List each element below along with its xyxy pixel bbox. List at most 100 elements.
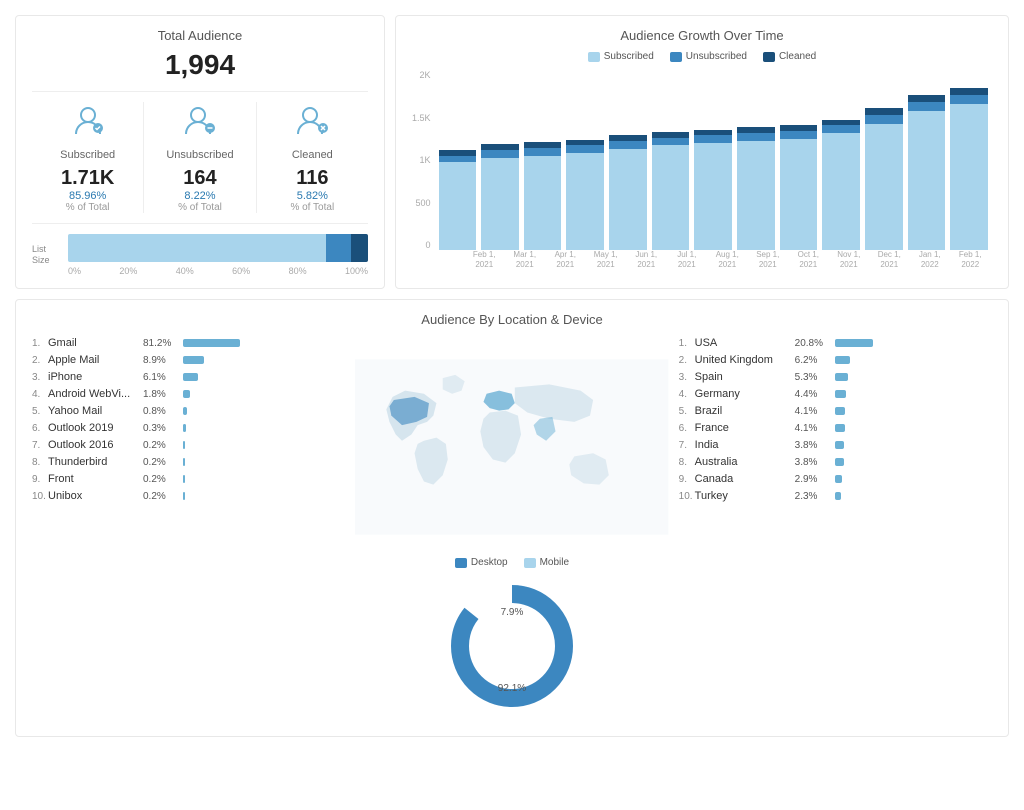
- legend-cleaned: Cleaned: [763, 51, 816, 62]
- country-row: 4. Germany 4.4%: [679, 388, 992, 400]
- x-label: Apr 1,2021: [548, 250, 584, 269]
- country-rank: 6.: [679, 423, 695, 434]
- country-name: India: [695, 439, 795, 451]
- growth-bar-item: [694, 70, 732, 250]
- growth-bar-item: [865, 70, 903, 250]
- country-bar: [835, 441, 845, 449]
- country-bar: [835, 373, 848, 381]
- list-size-bar-section: List Size 0% 20% 40% 60% 80% 100%: [32, 223, 368, 276]
- client-bar: [183, 441, 185, 449]
- bar-subscribed: [566, 153, 604, 250]
- cleaned-label: Cleaned: [257, 149, 368, 161]
- y-axis: 2K 1.5K 1K 500 0: [412, 70, 435, 250]
- bar-subscribed: [822, 133, 860, 250]
- growth-bar-item: [822, 70, 860, 250]
- growth-bar-item: [908, 70, 946, 250]
- legend-label-cleaned: Cleaned: [779, 51, 816, 62]
- client-bar: [183, 339, 240, 347]
- donut-chart-section: Desktop Mobile: [442, 557, 582, 724]
- client-name: iPhone: [48, 371, 143, 383]
- stacked-bar: [68, 234, 368, 262]
- cleaned-icon: [257, 102, 368, 145]
- client-bar: [183, 492, 185, 500]
- mobile-pct-label: 7.9%: [501, 607, 524, 618]
- country-rank: 7.: [679, 440, 695, 451]
- country-bar: [835, 356, 850, 364]
- unsubscribed-bar-segment: [326, 234, 351, 262]
- country-row: 10. Turkey 2.3%: [679, 490, 992, 502]
- client-pct: 0.2%: [143, 457, 183, 468]
- client-bar: [183, 458, 185, 466]
- legend-dot-subscribed: [588, 52, 600, 62]
- middle-section: Desktop Mobile: [355, 337, 668, 724]
- growth-bar-item: [950, 70, 988, 250]
- location-device-title: Audience By Location & Device: [32, 312, 992, 327]
- bar-unsubscribed: [780, 131, 818, 139]
- country-pct: 5.3%: [795, 372, 835, 383]
- cleaned-percent: 5.82%: [257, 190, 368, 202]
- legend-label-unsubscribed: Unsubscribed: [686, 51, 747, 62]
- client-rank: 10.: [32, 491, 48, 502]
- country-bar: [835, 492, 841, 500]
- client-rank: 2.: [32, 355, 48, 366]
- bar-unsubscribed: [652, 138, 690, 146]
- x-label: Jun 1,2021: [629, 250, 665, 269]
- bar-unsubscribed: [822, 125, 860, 133]
- country-bar: [835, 407, 846, 415]
- chart-body: 2K 1.5K 1K 500 0: [412, 70, 992, 269]
- client-bar: [183, 373, 198, 381]
- bar-subscribed: [737, 141, 775, 250]
- x-label: Sep 1,2021: [750, 250, 786, 269]
- bar-unsubscribed: [908, 102, 946, 111]
- country-pct: 3.8%: [795, 440, 835, 451]
- unsubscribed-label: Unsubscribed: [144, 149, 255, 161]
- client-rank: 1.: [32, 338, 48, 349]
- country-row: 2. United Kingdom 6.2%: [679, 354, 992, 366]
- client-pct: 0.2%: [143, 491, 183, 502]
- bottom-content: 1. Gmail 81.2% 2. Apple Mail 8.9% 3. iPh…: [32, 337, 992, 724]
- bar-unsubscribed: [694, 135, 732, 143]
- growth-chart-legend: Subscribed Unsubscribed Cleaned: [412, 51, 992, 62]
- bar-unsubscribed: [950, 95, 988, 104]
- country-row: 1. USA 20.8%: [679, 337, 992, 349]
- growth-chart-panel: Audience Growth Over Time Subscribed Uns…: [395, 15, 1009, 289]
- client-bar: [183, 424, 186, 432]
- x-label: Nov 1,2021: [831, 250, 867, 269]
- unsubscribed-pct-label: % of Total: [144, 202, 255, 213]
- bar-subscribed: [950, 104, 988, 250]
- bar-unsubscribed: [524, 148, 562, 156]
- bar-cleaned: [908, 95, 946, 102]
- country-rank: 2.: [679, 355, 695, 366]
- client-row: 3. iPhone 6.1%: [32, 371, 345, 383]
- country-name: Brazil: [695, 405, 795, 417]
- bar-subscribed: [908, 111, 946, 251]
- country-row: 5. Brazil 4.1%: [679, 405, 992, 417]
- bar-unsubscribed: [566, 145, 604, 153]
- client-rank: 8.: [32, 457, 48, 468]
- client-name: Yahoo Mail: [48, 405, 143, 417]
- bar-unsubscribed: [481, 150, 519, 158]
- desktop-legend: Desktop: [455, 557, 508, 568]
- growth-bar-item: [439, 70, 477, 250]
- countries-list: 1. USA 20.8% 2. United Kingdom 6.2% 3. S…: [679, 337, 992, 507]
- cleaned-value: 116: [257, 167, 368, 190]
- country-row: 7. India 3.8%: [679, 439, 992, 451]
- email-clients-list: 1. Gmail 81.2% 2. Apple Mail 8.9% 3. iPh…: [32, 337, 345, 507]
- client-bar: [183, 407, 187, 415]
- bar-subscribed: [780, 139, 818, 250]
- unsubscribed-stat: Unsubscribed 164 8.22% % of Total: [143, 102, 255, 213]
- growth-bar-item: [481, 70, 519, 250]
- growth-chart-title: Audience Growth Over Time: [412, 28, 992, 43]
- client-pct: 8.9%: [143, 355, 183, 366]
- x-label: May 1,2021: [588, 250, 624, 269]
- growth-bar-item: [524, 70, 562, 250]
- total-audience-number: 1,994: [32, 49, 368, 81]
- x-label: Feb 1,2021: [467, 250, 503, 269]
- x-label: Aug 1,2021: [710, 250, 746, 269]
- bar-subscribed: [652, 145, 690, 250]
- x-label: Mar 1,2021: [507, 250, 543, 269]
- bar-unsubscribed: [439, 156, 477, 163]
- country-row: 3. Spain 5.3%: [679, 371, 992, 383]
- client-name: Outlook 2019: [48, 422, 143, 434]
- country-rank: 5.: [679, 406, 695, 417]
